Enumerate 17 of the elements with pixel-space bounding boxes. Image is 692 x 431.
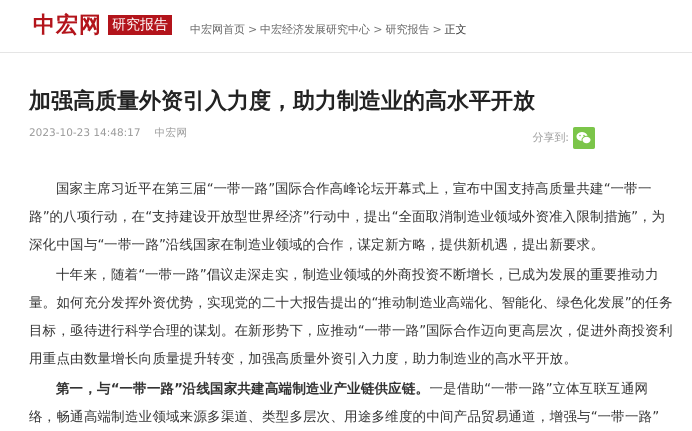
article-paragraph: 第一，与“一带一路”沿线国家共建高端制造业产业链供应链。一是借助“一带一路”立体互联互通网络，畅通高端制造业领域来源多渠道、类型多层次、用途多维度的中间产品贸易通道，增强与“一带一路” <box>29 380 660 427</box>
wechat-share-icon[interactable] <box>573 127 595 149</box>
breadcrumb-link[interactable]: 中宏网首页 <box>190 23 245 37</box>
publish-date: 2023-10-23 14:48:17 <box>29 126 141 142</box>
breadcrumb-separator: > <box>432 23 442 37</box>
article-source: 中宏网 <box>154 126 188 142</box>
share-label: 分享到: <box>532 130 569 146</box>
site-logo[interactable]: 中宏网 <box>33 12 102 38</box>
article-title: 加强高质量外资引入力度，助力制造业的高水平开放 <box>29 88 536 116</box>
breadcrumb-separator: > <box>373 23 382 37</box>
article-paragraph: 十年来，随着“一带一路”倡议走深走实，制造业领域的外商投资不断增长，已成为发展的重要推动力量。如何充分发挥外资优势，实现党的二十大报告提出的“推动制造业高端化、智能化、绿色化发展”的任务目标，亟待进行科学合理的谋划。在新形势下，应推动“一带一路”国际合作迈向更高层次，促进外商投资利用重点由数量增长向质量提升转变，加强高质量外资引入力度，助力制造业的高水平开放。 <box>29 266 673 369</box>
breadcrumb-link[interactable]: 研究报告 <box>385 23 430 37</box>
breadcrumb-link[interactable]: 中宏经济发展研究中心 <box>260 23 370 37</box>
section-badge: 研究报告 <box>108 15 172 35</box>
breadcrumb-current: 正文 <box>444 23 467 37</box>
breadcrumb-separator: > <box>248 23 258 37</box>
article-paragraph: 国家主席习近平在第三届“一带一路”国际合作高峰论坛开幕式上，宣布中国支持高质量共建“一带一路”的八项行动，在“支持建设开放型世界经济”行动中，提出“全面取消制造业领域外资准入限制措施”，为深化中国与“一带一路”沿线国家在制造业领域的合作，谋定新方略，提供新机遇，提出新要求。 <box>29 180 666 255</box>
